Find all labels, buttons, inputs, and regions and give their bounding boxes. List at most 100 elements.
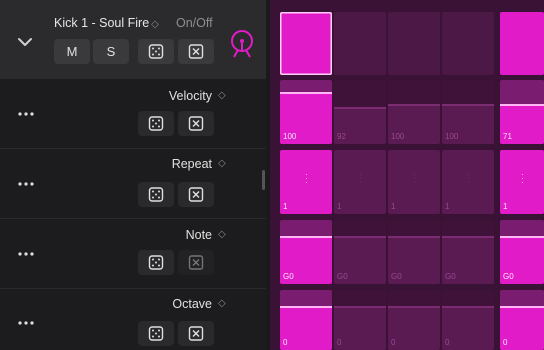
step-value-label: G0: [503, 272, 514, 281]
value-line: [280, 235, 332, 238]
randomize-button[interactable]: [138, 250, 174, 275]
step-value-label: 1: [391, 202, 396, 211]
dice-icon: [148, 255, 164, 270]
param-step-cell[interactable]: 100: [388, 80, 440, 144]
dice-icon: [148, 326, 164, 341]
value-line: [388, 306, 440, 308]
param-step-cell[interactable]: G0: [442, 220, 494, 284]
clear-icon: [188, 116, 204, 131]
param-step-cell[interactable]: 71: [500, 80, 544, 144]
solo-button[interactable]: S: [93, 39, 129, 64]
more-icon[interactable]: [18, 321, 34, 325]
dice-icon: [148, 187, 164, 202]
step-value-label: 92: [337, 132, 346, 141]
param-step-cell[interactable]: 0: [334, 290, 386, 350]
step-value-label: 100: [391, 132, 405, 141]
on-off-label[interactable]: On/Off: [176, 16, 213, 30]
randomize-button[interactable]: [138, 111, 174, 136]
param-step-cell[interactable]: · · · 1: [334, 150, 386, 214]
value-line: [442, 235, 494, 238]
param-label[interactable]: Velocity: [169, 89, 212, 103]
param-step-cell[interactable]: 0: [442, 290, 494, 350]
step-value-label: 1: [283, 202, 288, 211]
clear-button[interactable]: [178, 182, 214, 207]
resize-handle[interactable]: [262, 170, 265, 190]
randomize-button[interactable]: [138, 321, 174, 346]
value-line: [500, 103, 544, 106]
value-line: [442, 306, 494, 308]
param-step-cell[interactable]: · · · 1: [280, 150, 332, 214]
step-value-label: 100: [283, 132, 297, 141]
param-step-cell[interactable]: 92: [334, 80, 386, 144]
value-line: [334, 106, 386, 109]
param-step-cell[interactable]: 0: [280, 290, 332, 350]
param-step-cell[interactable]: · · · 1: [442, 150, 494, 214]
clear-button[interactable]: [178, 250, 214, 275]
step-value-label: 0: [503, 338, 508, 347]
value-fill: [280, 308, 332, 350]
param-row-repeat: Repeat ◇: [0, 148, 266, 218]
value-line: [280, 306, 332, 308]
repeat-divider-icon: · · ·: [359, 168, 362, 187]
step-trigger-cell[interactable]: [442, 12, 494, 75]
step-value-label: 0: [283, 338, 288, 347]
param-step-cell[interactable]: G0: [388, 220, 440, 284]
param-step-cell[interactable]: · · · 1: [500, 150, 544, 214]
step-trigger-cell[interactable]: [280, 12, 332, 75]
more-icon[interactable]: [18, 252, 34, 256]
step-value-label: 1: [445, 202, 450, 211]
step-value-label: G0: [445, 272, 456, 281]
param-step-cell[interactable]: G0: [500, 220, 544, 284]
step-value-label: 100: [445, 132, 459, 141]
param-label[interactable]: Repeat: [172, 157, 212, 171]
param-step-cell[interactable]: 100: [442, 80, 494, 144]
param-step-cell[interactable]: G0: [280, 220, 332, 284]
value-line: [388, 103, 440, 106]
updown-icon: ◇: [218, 90, 226, 101]
param-row-octave: Octave ◇: [0, 288, 266, 350]
param-step-cell[interactable]: 0: [388, 290, 440, 350]
step-value-label: 0: [337, 338, 342, 347]
step-value-label: 0: [391, 338, 396, 347]
track-panel: Kick 1 - Soul Fire ◇ On/Off M S Velocity…: [0, 0, 266, 350]
value-line: [388, 235, 440, 238]
repeat-divider-icon: · · ·: [305, 168, 308, 187]
track-name-updown-icon: ◇: [151, 19, 159, 30]
more-icon[interactable]: [18, 112, 34, 116]
step-value-label: 1: [503, 202, 508, 211]
param-step-cell[interactable]: · · · 1: [388, 150, 440, 214]
clear-button[interactable]: [178, 39, 214, 64]
randomize-button[interactable]: [138, 39, 174, 64]
step-trigger-cell[interactable]: [334, 12, 386, 75]
param-step-cell[interactable]: 100: [280, 80, 332, 144]
clear-button[interactable]: [178, 321, 214, 346]
dice-icon: [148, 44, 164, 59]
step-value-label: 1: [337, 202, 342, 211]
clear-button[interactable]: [178, 111, 214, 136]
repeat-divider-icon: · · ·: [413, 168, 416, 187]
dice-icon: [148, 116, 164, 131]
param-label[interactable]: Octave: [172, 297, 212, 311]
mute-button[interactable]: M: [54, 39, 90, 64]
param-label[interactable]: Note: [186, 228, 212, 242]
chevron-down-icon[interactable]: [14, 33, 36, 51]
updown-icon: ◇: [218, 229, 226, 240]
value-line: [334, 306, 386, 308]
track-name-label: Kick 1 - Soul Fire: [54, 16, 150, 30]
track-name[interactable]: Kick 1 - Soul Fire ◇: [54, 16, 159, 30]
step-trigger-cell[interactable]: [388, 12, 440, 75]
clear-icon: [188, 44, 204, 59]
randomize-button[interactable]: [138, 182, 174, 207]
param-step-cell[interactable]: 0: [500, 290, 544, 350]
step-value-label: G0: [391, 272, 402, 281]
step-trigger-cell[interactable]: [500, 12, 544, 75]
step-value-label: G0: [283, 272, 294, 281]
clear-icon: [188, 326, 204, 341]
value-line: [334, 235, 386, 238]
repeat-divider-icon: · · ·: [467, 168, 470, 187]
track-header: Kick 1 - Soul Fire ◇ On/Off M S: [0, 0, 266, 78]
more-icon[interactable]: [18, 182, 34, 186]
param-step-cell[interactable]: G0: [334, 220, 386, 284]
param-row-velocity: Velocity ◇: [0, 78, 266, 148]
value-line: [500, 306, 544, 308]
